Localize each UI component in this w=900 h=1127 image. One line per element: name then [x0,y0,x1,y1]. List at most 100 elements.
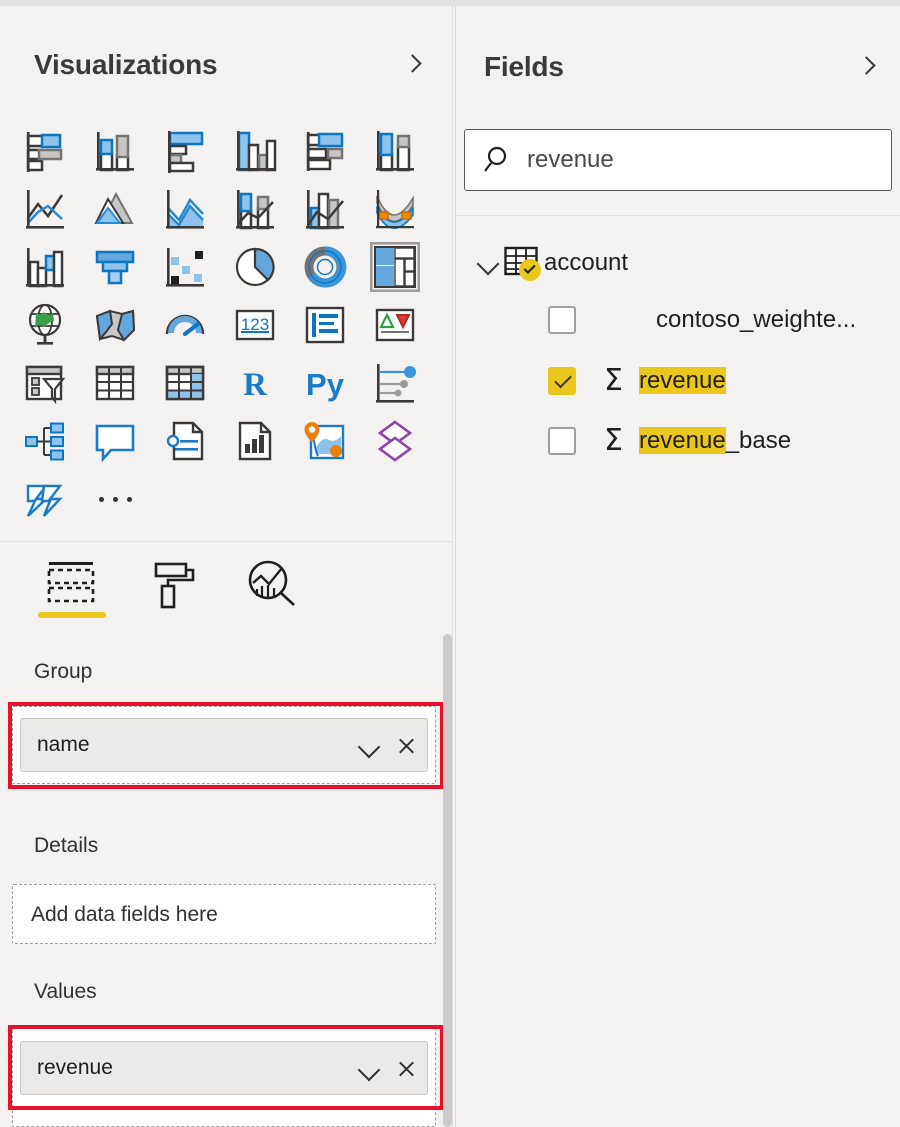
gallery-row: 123 [10,296,442,354]
donut-chart-icon[interactable] [290,238,360,296]
fields-pane-header: Fields [484,40,880,94]
gallery-row [10,238,442,296]
stacked-bar-chart-icon[interactable] [10,122,80,180]
tab-analytics-underline [238,612,306,618]
waterfall-chart-icon[interactable] [10,238,80,296]
map-icon[interactable] [10,296,80,354]
fields-search-box[interactable] [464,129,892,191]
gallery-divider [0,541,452,542]
field-label-highlight: revenue [639,367,726,394]
key-influencers-icon[interactable] [360,354,430,412]
gallery-row: R Py [10,354,442,412]
sigma-icon: Σ [604,426,623,456]
clustered-column-chart-icon[interactable] [220,122,290,180]
check-badge-icon [519,259,541,281]
powerapps-icon[interactable] [360,412,430,470]
metrics-icon[interactable] [220,412,290,470]
line-and-clustered-column-chart-icon[interactable] [290,180,360,238]
line-chart-icon[interactable] [10,180,80,238]
details-placeholder: Add data fields here [13,885,435,945]
fields-build-icon [45,556,99,612]
visualization-gallery: 123 [10,122,442,528]
more-options-icon[interactable] [80,470,150,528]
table-icon[interactable] [80,354,150,412]
visualizations-pane-edge [452,6,453,1127]
gallery-row [10,180,442,238]
details-drop-zone[interactable]: Add data fields here [12,884,436,944]
chevron-right-icon[interactable] [400,52,426,78]
field-row-contoso-weighted[interactable]: contoso_weighte... [548,306,900,334]
area-chart-icon[interactable] [80,180,150,238]
matrix-icon[interactable] [150,354,220,412]
funnel-chart-icon[interactable] [80,238,150,296]
azure-map-icon[interactable] [290,412,360,470]
visualizations-pane-header: Visualizations [34,38,426,92]
fields-divider [456,215,900,216]
gallery-row [10,470,442,528]
paginated-report-icon[interactable] [150,412,220,470]
tab-format[interactable] [122,556,222,634]
gallery-row [10,412,442,470]
hundred-percent-stacked-bar-chart-icon[interactable] [290,122,360,180]
paint-roller-icon [146,556,198,612]
fields-pane-title: Fields [484,51,564,83]
field-checkbox[interactable] [548,367,576,395]
visualizations-scrollbar-thumb[interactable] [443,634,452,1127]
chevron-down-icon[interactable] [474,248,504,278]
chevron-right-icon[interactable] [854,54,880,80]
details-well-label: Details [34,834,98,858]
kpi-icon[interactable] [360,296,430,354]
clustered-bar-chart-icon[interactable] [150,122,220,180]
search-input[interactable] [525,145,891,175]
field-label: contoso_weighte... [656,306,856,334]
page-title: Visualizations [34,49,217,81]
r-script-visual-icon[interactable]: R [220,354,290,412]
card-icon[interactable]: 123 [220,296,290,354]
line-and-stacked-column-chart-icon[interactable] [220,180,290,238]
values-well-label: Values [34,980,97,1004]
treemap-icon[interactable] [360,238,430,296]
tree-item-account[interactable]: account [474,246,628,280]
gallery-row [10,122,442,180]
chevron-down-icon[interactable] [353,719,387,771]
pie-chart-icon[interactable] [220,238,290,296]
tab-fields[interactable] [22,556,122,634]
group-well-label: Group [34,660,92,684]
ribbon-chart-icon[interactable] [360,180,430,238]
filled-map-icon[interactable] [80,296,150,354]
chevron-down-icon[interactable] [353,1042,387,1094]
field-label: revenue_base [639,427,791,455]
svg-text:Py: Py [306,367,345,402]
scatter-chart-icon[interactable] [150,238,220,296]
field-row-revenue-base[interactable]: Σ revenue_base [548,426,791,456]
sigma-icon: Σ [604,366,623,396]
close-icon[interactable] [387,1042,427,1094]
tree-item-account-label: account [544,249,628,277]
values-field-pill[interactable]: revenue [20,1041,428,1095]
stacked-area-chart-icon[interactable] [150,180,220,238]
pane-tab-strip [22,556,322,634]
tab-fields-underline [38,612,106,618]
hundred-percent-stacked-column-chart-icon[interactable] [360,122,430,180]
tab-format-underline [138,612,206,618]
slicer-icon[interactable] [10,354,80,412]
gauge-icon[interactable] [150,296,220,354]
power-automate-icon[interactable] [10,470,80,528]
field-label: revenue [639,367,726,395]
python-visual-icon[interactable]: Py [290,354,360,412]
field-checkbox[interactable] [548,306,576,334]
group-field-pill[interactable]: name [20,718,428,772]
svg-text:R: R [243,367,268,403]
values-field-name: revenue [21,1056,353,1080]
multi-row-card-icon[interactable] [290,296,360,354]
field-row-revenue[interactable]: Σ revenue [548,366,726,396]
analytics-magnifier-icon [246,556,298,612]
stacked-column-chart-icon[interactable] [80,122,150,180]
close-icon[interactable] [387,719,427,771]
field-label-suffix: _base [726,427,791,454]
smart-narrative-icon[interactable] [80,412,150,470]
decomposition-tree-icon[interactable] [10,412,80,470]
field-checkbox[interactable] [548,427,576,455]
tab-analytics[interactable] [222,556,322,634]
table-icon [504,246,542,280]
